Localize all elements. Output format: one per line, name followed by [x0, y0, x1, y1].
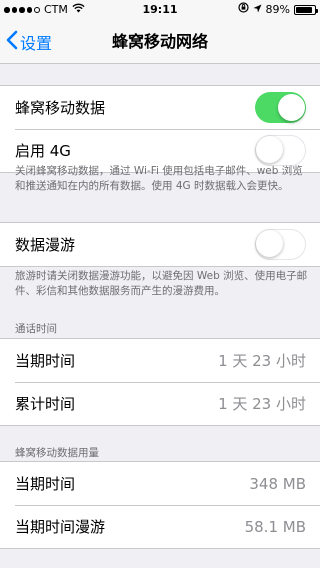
call-time-lifetime-row: 累计时间 1 天 23 小时 — [0, 382, 320, 425]
enable-4g-label: 启用 4G — [15, 142, 71, 160]
roaming-group: 数据漫游 — [0, 222, 320, 267]
status-right: 89% — [237, 0, 318, 20]
cellular-data-toggle[interactable] — [255, 92, 306, 123]
toggle-knob — [277, 94, 305, 121]
data-roaming-toggle[interactable] — [255, 229, 306, 260]
navigation-bar: 设置 蜂窝移动网络 — [0, 20, 320, 64]
cellular-data-row: 蜂窝移动数据 — [0, 86, 320, 129]
battery-level-fill — [296, 7, 313, 13]
call-time-group: 当期时间 1 天 23 小时 累计时间 1 天 23 小时 — [0, 338, 320, 426]
back-button[interactable]: 设置 — [6, 20, 52, 64]
call-time-current-label: 当期时间 — [15, 352, 76, 370]
status-bar: CTM 19:11 89% — [0, 0, 320, 20]
battery-percent: 89% — [265, 3, 290, 16]
cellular-data-group: 蜂窝移动数据 启用 4G — [0, 85, 320, 173]
data-usage-current-row: 当期时间 348 MB — [0, 462, 320, 505]
roaming-footer: 旅游时请关闭数据漫游功能，以避免因 Web 浏览、使用电子邮件、彩信和其他数据服… — [15, 270, 308, 297]
chevron-left-icon — [6, 30, 18, 54]
data-usage-group: 当期时间 348 MB 当期时间漫游 58.1 MB — [0, 461, 320, 549]
call-time-lifetime-value: 1 天 23 小时 — [218, 395, 306, 413]
cellular-data-label: 蜂窝移动数据 — [15, 99, 106, 117]
call-time-current-row: 当期时间 1 天 23 小时 — [0, 339, 320, 382]
cellular-settings-screen: CTM 19:11 89% 设置 蜂窝移动网络 蜂窝移动数据 启用 4G 关闭蜂… — [0, 0, 320, 568]
toggle-knob — [256, 230, 283, 257]
data-usage-roaming-value: 58.1 MB — [244, 517, 306, 536]
call-time-current-value: 1 天 23 小时 — [218, 352, 306, 370]
call-time-header: 通话时间 — [15, 323, 57, 335]
data-roaming-row: 数据漫游 — [0, 223, 320, 266]
data-usage-current-label: 当期时间 — [15, 475, 76, 493]
data-roaming-label: 数据漫游 — [15, 236, 76, 254]
enable-4g-toggle[interactable] — [255, 135, 306, 166]
data-usage-header: 蜂窝移动数据用量 — [15, 447, 99, 459]
location-icon — [253, 0, 262, 20]
toggle-knob — [256, 136, 283, 163]
data-usage-current-value: 348 MB — [249, 474, 306, 493]
battery-icon — [294, 5, 318, 15]
rotation-lock-icon — [237, 0, 249, 20]
back-button-label: 设置 — [20, 34, 53, 53]
data-usage-roaming-row: 当期时间漫游 58.1 MB — [0, 505, 320, 548]
data-usage-roaming-label: 当期时间漫游 — [15, 518, 106, 536]
cellular-data-footer: 关闭蜂窝移动数据，通过 Wi-Fi 使用包括电子邮件、web 浏览和推送通知在内… — [15, 165, 303, 192]
call-time-lifetime-label: 累计时间 — [15, 395, 76, 413]
